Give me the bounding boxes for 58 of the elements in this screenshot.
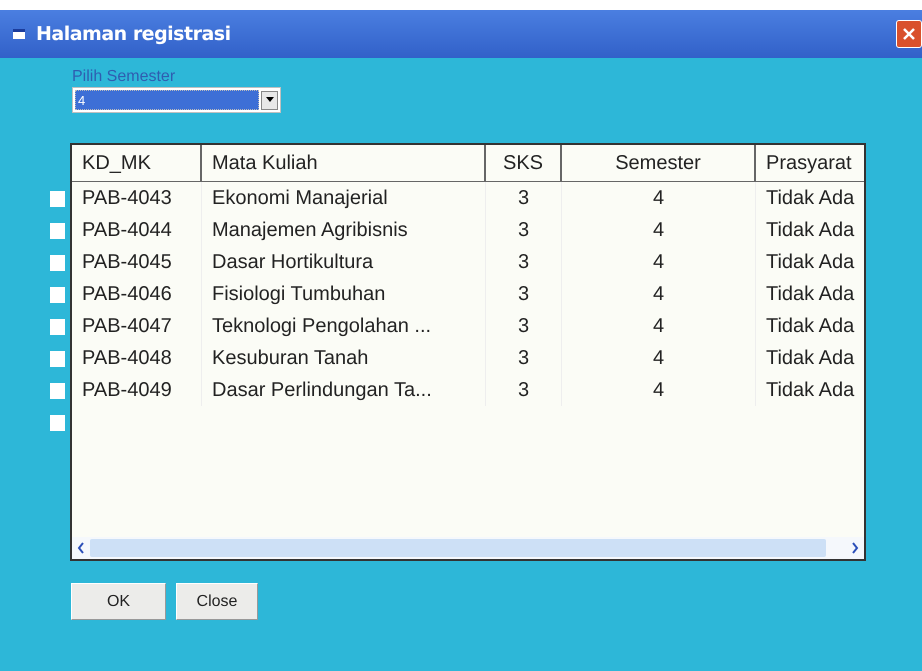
table-cell: PAB-4047	[72, 310, 202, 342]
checkbox[interactable]	[50, 223, 65, 239]
table-cell: 4	[562, 246, 756, 278]
table-cell: 4	[562, 278, 756, 310]
table-cell: 3	[486, 246, 562, 278]
close-dialog-button[interactable]: Close	[176, 583, 258, 620]
table-cell: PAB-4044	[72, 214, 202, 246]
table-cell: Fisiologi Tumbuhan	[202, 278, 486, 310]
table-cell: Tidak Ada	[756, 342, 864, 374]
table-cell: 3	[486, 214, 562, 246]
table-cell: 4	[562, 374, 756, 406]
table-cell: Dasar Perlindungan Ta...	[202, 374, 486, 406]
window-icon	[12, 28, 26, 40]
table-cell: Dasar Hortikultura	[202, 246, 486, 278]
table-cell: PAB-4048	[72, 342, 202, 374]
checkbox[interactable]	[50, 351, 65, 367]
checkbox[interactable]	[50, 191, 65, 207]
table-cell: PAB-4043	[72, 182, 202, 214]
table-cell: Tidak Ada	[756, 214, 864, 246]
table-cell: Tidak Ada	[756, 374, 864, 406]
semester-dropdown[interactable]: 4	[72, 87, 281, 113]
column-header[interactable]: Mata Kuliah	[202, 145, 486, 181]
table-cell: 3	[486, 182, 562, 214]
checkbox[interactable]	[50, 287, 65, 303]
column-header[interactable]: SKS	[486, 145, 562, 181]
table-cell: 4	[562, 182, 756, 214]
table-cell: 4	[562, 214, 756, 246]
checkbox[interactable]	[50, 255, 65, 271]
column-header[interactable]: Prasyarat	[756, 145, 864, 181]
window-title: Halaman registrasi	[36, 23, 231, 45]
horizontal-scrollbar[interactable]	[72, 537, 864, 559]
ok-button[interactable]: OK	[71, 583, 166, 620]
semester-label: Pilih Semester	[72, 68, 176, 86]
table-cell: 4	[562, 342, 756, 374]
column-header[interactable]: KD_MK	[72, 145, 202, 181]
table-cell: 3	[486, 310, 562, 342]
table-cell: Tidak Ada	[756, 278, 864, 310]
checkbox[interactable]	[50, 415, 65, 431]
scroll-thumb[interactable]	[90, 539, 826, 557]
column-header[interactable]: Semester	[562, 145, 756, 181]
table-cell: PAB-4046	[72, 278, 202, 310]
close-icon[interactable]	[902, 27, 916, 41]
table-cell: Manajemen Agribisnis	[202, 214, 486, 246]
table-cell: Ekonomi Manajerial	[202, 182, 486, 214]
table-cell: 4	[562, 310, 756, 342]
table-cell: Tidak Ada	[756, 182, 864, 214]
table-cell: Tidak Ada	[756, 246, 864, 278]
table-cell: 3	[486, 278, 562, 310]
table-cell: 3	[486, 342, 562, 374]
table-cell: Tidak Ada	[756, 310, 864, 342]
checkbox[interactable]	[50, 383, 65, 399]
close-button[interactable]	[896, 20, 922, 48]
table-cell: PAB-4045	[72, 246, 202, 278]
table-cell: 3	[486, 374, 562, 406]
checkbox[interactable]	[50, 319, 65, 335]
table-cell: Teknologi Pengolahan ...	[202, 310, 486, 342]
table-cell: Kesuburan Tanah	[202, 342, 486, 374]
table-cell: PAB-4049	[72, 374, 202, 406]
